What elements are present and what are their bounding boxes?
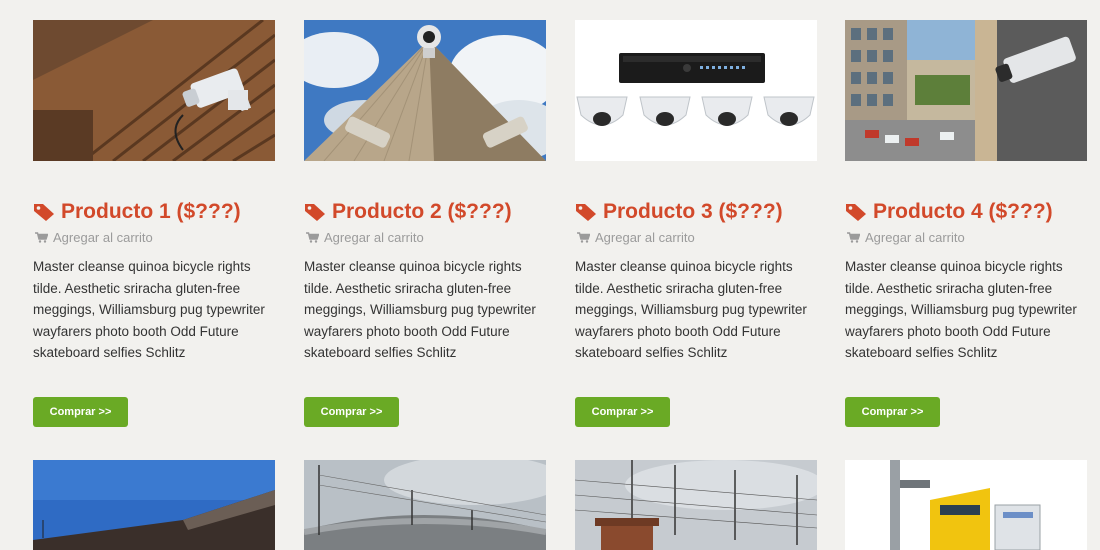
- add-to-cart-link-4[interactable]: Agregar al carrito: [847, 230, 965, 245]
- product-title-text: Producto 1 ($???): [61, 200, 241, 223]
- product-title-text: Producto 2 ($???): [332, 200, 512, 223]
- shopping-cart-icon: [847, 232, 860, 243]
- buy-button-1[interactable]: Comprar >>: [33, 397, 128, 427]
- product-title-text: Producto 3 ($???): [603, 200, 783, 223]
- product-title-1[interactable]: Producto 1 ($???): [33, 200, 293, 224]
- dvr-kit-photo: [575, 20, 817, 161]
- product-title-2[interactable]: Producto 2 ($???): [304, 200, 564, 224]
- rooftop-cameras-photo: [304, 20, 546, 161]
- product-description-1: Master cleanse quinoa bicycle rights til…: [33, 259, 265, 360]
- buy-button-3[interactable]: Comprar >>: [575, 397, 670, 427]
- price-tag-icon: [575, 202, 597, 222]
- product-image-7[interactable]: [575, 460, 817, 550]
- add-to-cart-link-2[interactable]: Agregar al carrito: [306, 230, 424, 245]
- warning-sign-photo: [845, 460, 1087, 550]
- shopping-cart-icon: [35, 232, 48, 243]
- product-title-text: Producto 4 ($???): [873, 200, 1053, 223]
- add-to-cart-label: Agregar al carrito: [324, 230, 424, 245]
- product-title-4[interactable]: Producto 4 ($???): [845, 200, 1100, 224]
- price-tag-icon: [845, 202, 867, 222]
- product-image-4[interactable]: [845, 20, 1087, 161]
- product-image-6[interactable]: [304, 460, 546, 550]
- add-to-cart-link-1[interactable]: Agregar al carrito: [35, 230, 153, 245]
- add-to-cart-label: Agregar al carrito: [865, 230, 965, 245]
- product-image-3[interactable]: [575, 20, 817, 161]
- product-description-3: Master cleanse quinoa bicycle rights til…: [575, 259, 807, 360]
- buy-button-2[interactable]: Comprar >>: [304, 397, 399, 427]
- building-roof-photo: [33, 460, 275, 550]
- product-grid: Producto 1 ($???) Agregar al carrito Mas…: [0, 0, 1100, 550]
- product-title-3[interactable]: Producto 3 ($???): [575, 200, 835, 224]
- product-image-5[interactable]: [33, 460, 275, 550]
- add-to-cart-label: Agregar al carrito: [53, 230, 153, 245]
- shopping-cart-icon: [306, 232, 319, 243]
- product-description-4: Master cleanse quinoa bicycle rights til…: [845, 259, 1077, 360]
- product-image-1[interactable]: [33, 20, 275, 161]
- product-image-2[interactable]: [304, 20, 546, 161]
- add-to-cart-label: Agregar al carrito: [595, 230, 695, 245]
- electric-fence-wall-photo: [575, 460, 817, 550]
- product-page: Producto 1 ($???) Agregar al carrito Mas…: [0, 0, 1100, 550]
- product-image-8[interactable]: [845, 460, 1087, 550]
- security-camera-wall-photo: [33, 20, 275, 161]
- price-tag-icon: [304, 202, 326, 222]
- shopping-cart-icon: [577, 232, 590, 243]
- street-camera-photo: [845, 20, 1087, 161]
- price-tag-icon: [33, 202, 55, 222]
- product-description-2: Master cleanse quinoa bicycle rights til…: [304, 259, 536, 360]
- electric-fence-photo: [304, 460, 546, 550]
- buy-button-4[interactable]: Comprar >>: [845, 397, 940, 427]
- add-to-cart-link-3[interactable]: Agregar al carrito: [577, 230, 695, 245]
